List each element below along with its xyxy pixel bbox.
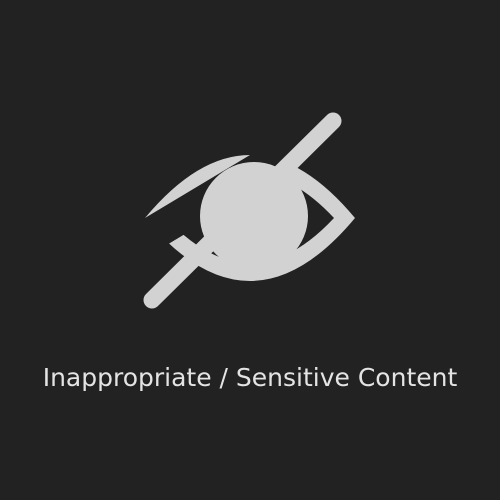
content-warning-placeholder: Inappropriate / Sensitive Content: [0, 0, 500, 500]
eye-slash-icon: [143, 112, 355, 309]
eye-iris: [200, 162, 308, 270]
content-warning-message: Inappropriate / Sensitive Content: [42, 363, 458, 392]
